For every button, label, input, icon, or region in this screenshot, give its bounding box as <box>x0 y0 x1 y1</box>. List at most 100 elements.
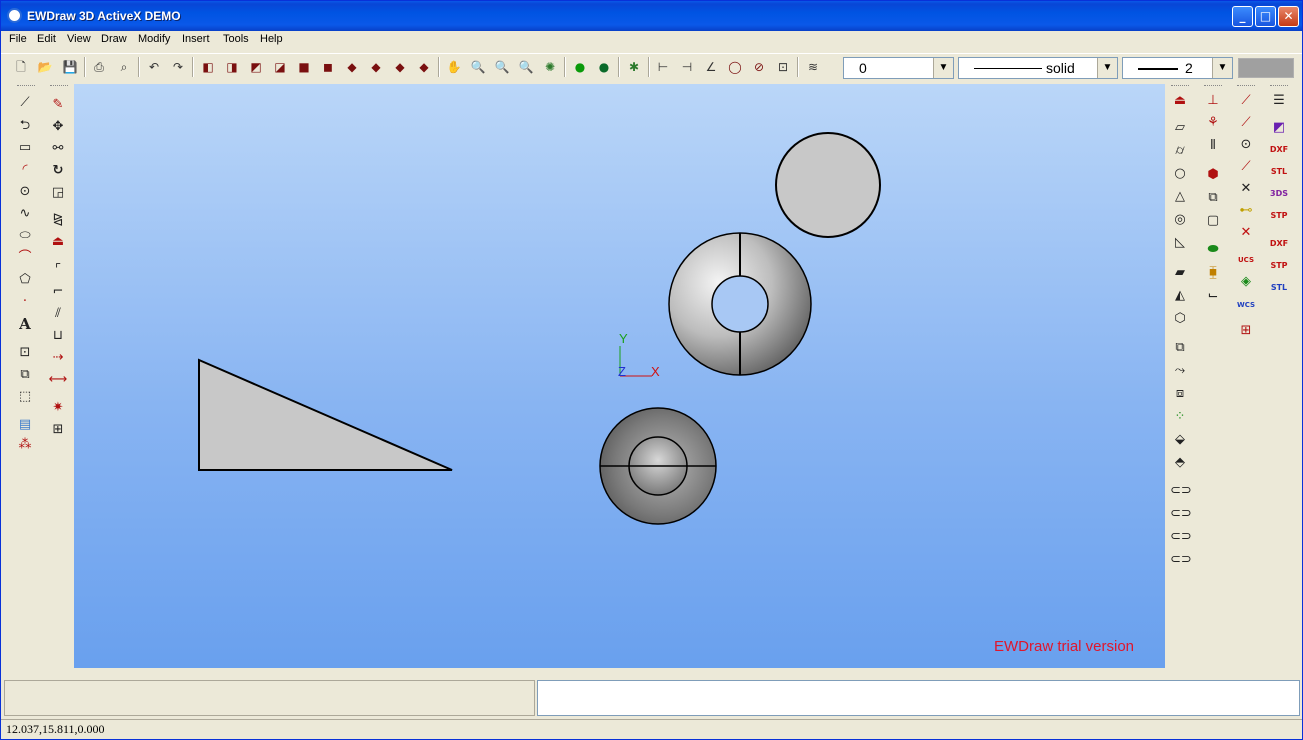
zoom-realtime-icon[interactable]: 🔍 <box>469 58 487 76</box>
lineweight-combo[interactable]: 2 ▼ <box>1122 57 1233 79</box>
section-icon[interactable]: ⬘ <box>1170 453 1190 473</box>
zoom-window-icon[interactable]: 🔍 <box>493 58 511 76</box>
chevron-down-icon[interactable]: ▼ <box>933 58 953 78</box>
maximize-button[interactable]: □ <box>1255 6 1276 27</box>
move-icon[interactable]: ✥ <box>48 117 68 137</box>
ucs-icon[interactable]: UCS <box>1236 250 1256 270</box>
color-swatch[interactable] <box>1238 58 1294 78</box>
ellipse-icon[interactable]: ⬭ <box>15 226 35 246</box>
snap-tangent-icon[interactable]: ⊷ <box>1236 201 1256 221</box>
view-top-icon[interactable]: ■ <box>295 58 313 76</box>
chevron-down-icon[interactable]: ▼ <box>1097 58 1117 78</box>
join-icon[interactable]: ⟷ <box>48 370 68 390</box>
loft-icon[interactable]: ⧈ <box>1170 384 1190 404</box>
shade-flat-icon[interactable]: ● <box>595 58 613 76</box>
sweep-icon[interactable]: ⤳ <box>1170 361 1190 381</box>
polyline-icon[interactable]: ⮌ <box>15 116 35 136</box>
ucs-face-icon[interactable]: ◈ <box>1236 272 1256 292</box>
view-bottom-icon[interactable]: ◼ <box>319 58 337 76</box>
interference-icon[interactable]: ⊂⊃ <box>1170 550 1192 570</box>
erase-icon[interactable]: ✎ <box>48 95 68 115</box>
point-icon[interactable]: · <box>15 292 35 312</box>
print-icon[interactable]: ⎙ <box>90 58 108 76</box>
view-back-icon[interactable]: ◨ <box>223 58 241 76</box>
minimize-button[interactable]: _ <box>1232 6 1253 27</box>
text-icon[interactable]: A <box>15 314 35 334</box>
snap-node-icon[interactable]: ⟋ <box>1236 157 1256 177</box>
path-icon[interactable]: ⁘ <box>1170 407 1190 427</box>
properties-icon[interactable]: ☰ <box>1269 91 1289 111</box>
command-input[interactable] <box>537 680 1300 716</box>
imprint-icon[interactable]: ⬢ <box>1203 165 1223 185</box>
insert-block-icon[interactable]: ⊡ <box>15 343 35 363</box>
view-iso-ne-icon[interactable]: ◆ <box>391 58 409 76</box>
line-icon[interactable]: ⟋ <box>15 93 35 113</box>
gradient-icon[interactable]: ⁂ <box>15 435 35 455</box>
open-folder-icon[interactable]: 📂 <box>36 58 54 76</box>
view-iso-se-icon[interactable]: ◆ <box>367 58 385 76</box>
hatch-icon[interactable]: ▤ <box>15 415 35 435</box>
explode-icon[interactable]: ✷ <box>48 398 68 418</box>
chamfer-icon[interactable]: ⌐ <box>48 282 68 302</box>
shell-icon[interactable]: ⫴ <box>1203 136 1223 156</box>
layers-icon[interactable]: ≋ <box>804 58 822 76</box>
view-left-icon[interactable]: ◩ <box>247 58 265 76</box>
copy-icon[interactable]: ⚯ <box>48 139 68 159</box>
scale-icon[interactable]: ◲ <box>48 183 68 203</box>
menu-insert[interactable]: Insert <box>182 33 210 45</box>
torus-icon[interactable]: ◎ <box>1170 210 1190 230</box>
measure-radius-icon[interactable]: ◯ <box>726 58 744 76</box>
measure-diameter-icon[interactable]: ⊘ <box>750 58 768 76</box>
disc-shape[interactable] <box>775 132 881 238</box>
measure-area-icon[interactable]: ⊡ <box>774 58 792 76</box>
export-stp-icon[interactable]: STP <box>1269 256 1289 276</box>
measure-length-icon[interactable]: ⊣ <box>678 58 696 76</box>
snap-none-icon[interactable]: ✕ <box>1236 223 1256 243</box>
zoom-extents-icon[interactable]: 🔍 <box>517 58 535 76</box>
snap-midpoint-icon[interactable]: ⟋ <box>1236 113 1256 133</box>
union-icon[interactable]: ⧉ <box>1170 338 1190 358</box>
snap-intersection-icon[interactable]: ✕ <box>1236 179 1256 199</box>
fillet-edge-icon[interactable]: ⊥ <box>1203 91 1223 111</box>
scene-canvas[interactable]: Y Z X <box>74 84 1165 668</box>
polygon-icon[interactable]: ⬠ <box>15 270 35 290</box>
array-icon[interactable]: ⊞ <box>48 420 68 440</box>
copy-faces-icon[interactable]: ⧯ <box>1203 263 1223 283</box>
view-iso-sw-icon[interactable]: ◆ <box>343 58 361 76</box>
planar-surface-icon[interactable]: ▰ <box>1170 263 1190 283</box>
menu-edit[interactable]: Edit <box>37 33 56 45</box>
linetype-combo[interactable]: solid ▼ <box>958 57 1118 79</box>
wedge-icon[interactable]: ◺ <box>1170 233 1190 253</box>
step-icon[interactable]: ⌙ <box>1203 286 1223 306</box>
measure-angle-icon[interactable]: ∠ <box>702 58 720 76</box>
polysolid-icon[interactable]: ⬡ <box>1170 309 1190 329</box>
cone-icon[interactable]: △ <box>1170 187 1190 207</box>
menu-help[interactable]: Help <box>260 33 283 45</box>
export-dxf-icon[interactable]: DXF <box>1269 234 1289 254</box>
sphere-icon[interactable]: ○ <box>1170 164 1190 184</box>
render-icon[interactable]: ✱ <box>625 58 643 76</box>
save-icon[interactable]: 💾 <box>61 58 79 76</box>
snap-endpoint-icon[interactable]: ⟋ <box>1236 91 1256 111</box>
menu-view[interactable]: View <box>67 33 91 45</box>
menu-draw[interactable]: Draw <box>101 33 127 45</box>
materials-icon[interactable]: ◩ <box>1269 118 1289 138</box>
boolean-union-icon[interactable]: ⊂⊃ <box>1170 481 1192 501</box>
wcs-icon[interactable]: WCS <box>1236 295 1256 315</box>
import-stl-icon[interactable]: STL <box>1269 162 1289 182</box>
separate-icon[interactable]: ▢ <box>1203 211 1223 231</box>
title-bar[interactable]: EWDraw 3D ActiveX DEMO _ □ ✕ <box>1 1 1302 31</box>
shade-smooth-icon[interactable]: ● <box>571 58 589 76</box>
mirror-icon[interactable]: ⧎ <box>48 210 68 230</box>
close-button[interactable]: ✕ <box>1278 6 1299 27</box>
offset-icon[interactable]: ⏏ <box>48 232 68 252</box>
rotate-icon[interactable]: ↻ <box>48 161 68 181</box>
extrude-icon[interactable]: ⏏ <box>1170 91 1190 111</box>
triangle-shape[interactable] <box>198 358 453 471</box>
box-icon[interactable]: ▱ <box>1170 118 1190 138</box>
slice-icon[interactable]: ⬙ <box>1170 430 1190 450</box>
torus-shape[interactable] <box>668 232 812 376</box>
chamfer-edge-icon[interactable]: ⚘ <box>1203 113 1223 133</box>
new-file-icon[interactable]: 🗋 <box>12 58 30 76</box>
view-right-icon[interactable]: ◪ <box>271 58 289 76</box>
